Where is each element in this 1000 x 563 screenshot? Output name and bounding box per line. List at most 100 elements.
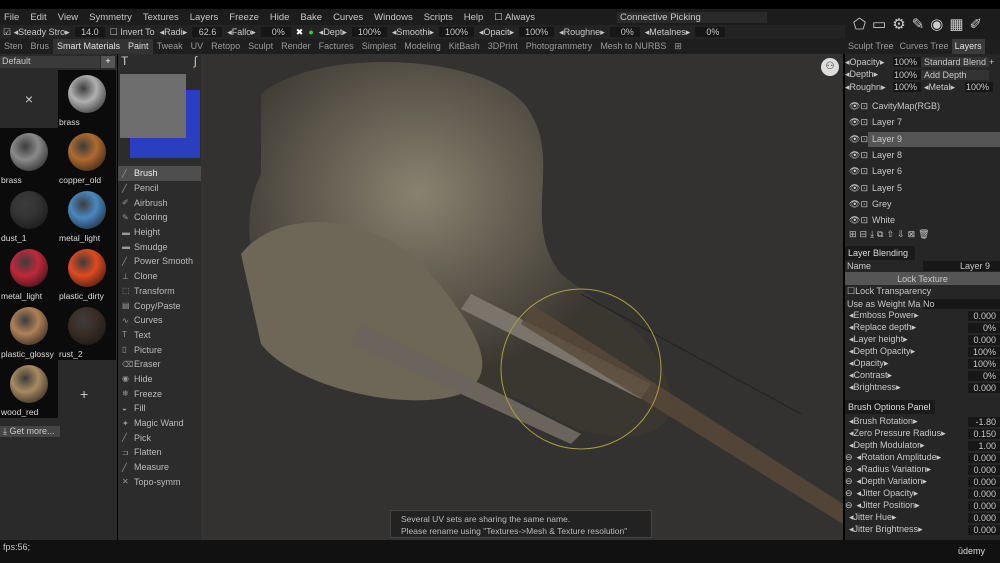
roughness-label[interactable]: ◂Roughne▸ bbox=[559, 27, 605, 38]
depth-mode-dropdown[interactable]: Add Depth bbox=[921, 69, 989, 80]
param-contrast[interactable]: ◂Contrast▸ 0% bbox=[845, 370, 1000, 382]
opacity-value[interactable]: 100% bbox=[519, 27, 555, 37]
primary-color-swatch[interactable] bbox=[120, 74, 186, 138]
tab-paint[interactable]: Paint bbox=[124, 39, 153, 54]
eye-icon[interactable]: 👁 bbox=[849, 134, 860, 145]
param-rotation-amplitude[interactable]: ⊖ ◂Rotation Amplitude▸ 0.000 bbox=[845, 452, 1000, 464]
gear-icon[interactable]: ⚙ bbox=[892, 15, 905, 33]
param-value[interactable]: -1.80 bbox=[968, 416, 1000, 427]
menu-symmetry[interactable]: Symmetry bbox=[89, 12, 132, 23]
invert-checkbox[interactable]: ☐ Invert To bbox=[110, 27, 155, 38]
tab-uv[interactable]: UV bbox=[187, 39, 208, 54]
material-brass[interactable]: brass bbox=[58, 70, 116, 128]
material-wood_red[interactable]: wood_red bbox=[0, 360, 58, 418]
menu-textures[interactable]: Textures bbox=[143, 12, 179, 23]
falloff-value[interactable]: 0% bbox=[260, 27, 291, 37]
lock-icon[interactable]: ⊡ bbox=[860, 199, 868, 210]
curve-icon[interactable]: ∫ bbox=[194, 54, 197, 68]
tab-sculpt[interactable]: Sculpt bbox=[244, 39, 277, 54]
layer-item[interactable]: 👁 ⊡ Grey bbox=[845, 196, 1000, 212]
menu-freeze[interactable]: Freeze bbox=[229, 12, 259, 23]
smoothing-value[interactable]: 100% bbox=[438, 27, 475, 37]
pen-icon[interactable]: ✐ bbox=[970, 15, 983, 33]
spray-icon[interactable]: ✎ bbox=[912, 15, 925, 33]
roughness-value[interactable]: 0% bbox=[609, 27, 640, 37]
param-value[interactable]: 0.000 bbox=[968, 334, 1000, 345]
material-dust_1[interactable]: dust_1 bbox=[0, 186, 58, 244]
param-zero-pressure-radius[interactable]: ◂Zero Pressure Radius▸ 0.150 bbox=[845, 428, 1000, 440]
sphere-icon[interactable]: ◉ bbox=[930, 15, 943, 33]
param-value[interactable]: 0.000 bbox=[968, 452, 1000, 463]
param-replace-depth[interactable]: ◂Replace depth▸ 0% bbox=[845, 322, 1000, 334]
eye-icon[interactable]: 👁 bbox=[849, 215, 860, 226]
depth-label[interactable]: ◂Depth▸ bbox=[845, 69, 893, 80]
tab-brus[interactable]: Brus bbox=[27, 39, 54, 54]
param-value[interactable]: 0.000 bbox=[968, 512, 1000, 523]
lock-icon[interactable]: ⊡ bbox=[860, 166, 868, 177]
menu-windows[interactable]: Windows bbox=[374, 12, 413, 23]
tool-power-smooth[interactable]: ╱ Power Smooth bbox=[118, 254, 201, 269]
tool-airbrush[interactable]: ✐ Airbrush bbox=[118, 195, 201, 210]
material-plastic_glossy[interactable]: plastic_glossy bbox=[0, 302, 58, 360]
menu-bake[interactable]: Bake bbox=[300, 12, 322, 23]
tab-mesh-to-nurbs[interactable]: Mesh to NURBS bbox=[596, 39, 670, 54]
lock-icon[interactable]: ⊡ bbox=[860, 183, 868, 194]
close-icon[interactable]: ✖ bbox=[296, 27, 304, 38]
tool-pencil[interactable]: ╱ Pencil bbox=[118, 181, 201, 196]
param-value[interactable]: 0.000 bbox=[968, 310, 1000, 321]
param-value[interactable]: 100% bbox=[968, 346, 1000, 357]
add-material-button[interactable]: + bbox=[101, 56, 115, 68]
param-value[interactable]: 0.000 bbox=[968, 500, 1000, 511]
radius-label[interactable]: ◂Radi▸ bbox=[160, 27, 188, 38]
param-value[interactable]: 0.000 bbox=[968, 524, 1000, 535]
param-layer-height[interactable]: ◂Layer height▸ 0.000 bbox=[845, 334, 1000, 346]
metal-label[interactable]: ◂Metal▸ bbox=[921, 82, 965, 93]
viewport[interactable]: ⚇ bbox=[201, 54, 843, 540]
tool-fill[interactable]: ◒ Fill bbox=[118, 401, 201, 416]
tab-tweak[interactable]: Tweak bbox=[153, 39, 187, 54]
param-depth-variation[interactable]: ⊖ ◂Depth Variation▸ 0.000 bbox=[845, 476, 1000, 488]
depth-label[interactable]: ◂Dept▸ bbox=[319, 27, 347, 38]
tool-coloring[interactable]: ✎ Coloring bbox=[118, 210, 201, 225]
param-value[interactable]: 0.150 bbox=[968, 428, 1000, 439]
menu-hide[interactable]: Hide bbox=[270, 12, 290, 23]
param-depth-modulator[interactable]: ◂Depth Modulator▸ 1.00 bbox=[845, 440, 1000, 452]
preset-dropdown[interactable]: Default bbox=[0, 56, 100, 68]
lock-icon[interactable]: ⊡ bbox=[860, 117, 868, 128]
clear-material-icon[interactable]: × bbox=[0, 70, 58, 128]
always-checkbox[interactable]: ☐ Always bbox=[494, 12, 546, 23]
tab-kitbash[interactable]: KitBash bbox=[445, 39, 484, 54]
add-room-icon[interactable]: ⊞ bbox=[670, 39, 686, 54]
tab-render[interactable]: Render bbox=[277, 39, 315, 54]
tool-copy-paste[interactable]: ▤ Copy/Paste bbox=[118, 298, 201, 313]
metalness-value[interactable]: 0% bbox=[695, 27, 726, 37]
material-plastic_dirty[interactable]: plastic_dirty bbox=[58, 244, 116, 302]
menu-curves[interactable]: Curves bbox=[333, 12, 363, 23]
polygon-icon[interactable]: ⬠ bbox=[853, 15, 866, 33]
opacity-label[interactable]: ◂Opacity▸ bbox=[845, 57, 893, 68]
param-value[interactable]: 0.000 bbox=[968, 476, 1000, 487]
material-rust_2[interactable]: rust_2 bbox=[58, 302, 116, 360]
tool-picture[interactable]: ▯ Picture bbox=[118, 342, 201, 357]
param-radius-variation[interactable]: ⊖ ◂Radius Variation▸ 0.000 bbox=[845, 464, 1000, 476]
tab-simplest[interactable]: Simplest bbox=[358, 39, 401, 54]
tab-sculpt-tree[interactable]: Sculpt Tree bbox=[845, 39, 897, 54]
menu-file[interactable]: File bbox=[4, 12, 19, 23]
tab-retopo[interactable]: Retopo bbox=[207, 39, 244, 54]
checker-icon[interactable]: ▦ bbox=[949, 15, 963, 33]
tab-sten[interactable]: Sten bbox=[0, 39, 27, 54]
tool-smudge[interactable]: ▬ Smudge bbox=[118, 239, 201, 254]
layer-item[interactable]: 👁 ⊡ White bbox=[845, 213, 1000, 229]
lock-icon[interactable]: ⊡ bbox=[860, 101, 868, 112]
tab-3dprint[interactable]: 3DPrint bbox=[484, 39, 522, 54]
tool-freeze[interactable]: ❄ Freeze bbox=[118, 386, 201, 401]
param-value[interactable]: 0.000 bbox=[968, 382, 1000, 393]
layer-actions[interactable]: ⊞⊟⤓⧉⇧⇩⊠🗑 bbox=[845, 229, 1000, 243]
eye-icon[interactable]: 👁 bbox=[849, 101, 860, 112]
menu-scripts[interactable]: Scripts bbox=[424, 12, 453, 23]
param-value[interactable]: 1.00 bbox=[968, 440, 1000, 451]
lock-transparency-checkbox[interactable]: ☐ Lock Transparency bbox=[845, 285, 1000, 298]
eye-icon[interactable]: 👁 bbox=[849, 117, 860, 128]
radius-value[interactable]: 62.6 bbox=[192, 27, 223, 37]
tool-eraser[interactable]: ⌫ Eraser bbox=[118, 357, 201, 372]
